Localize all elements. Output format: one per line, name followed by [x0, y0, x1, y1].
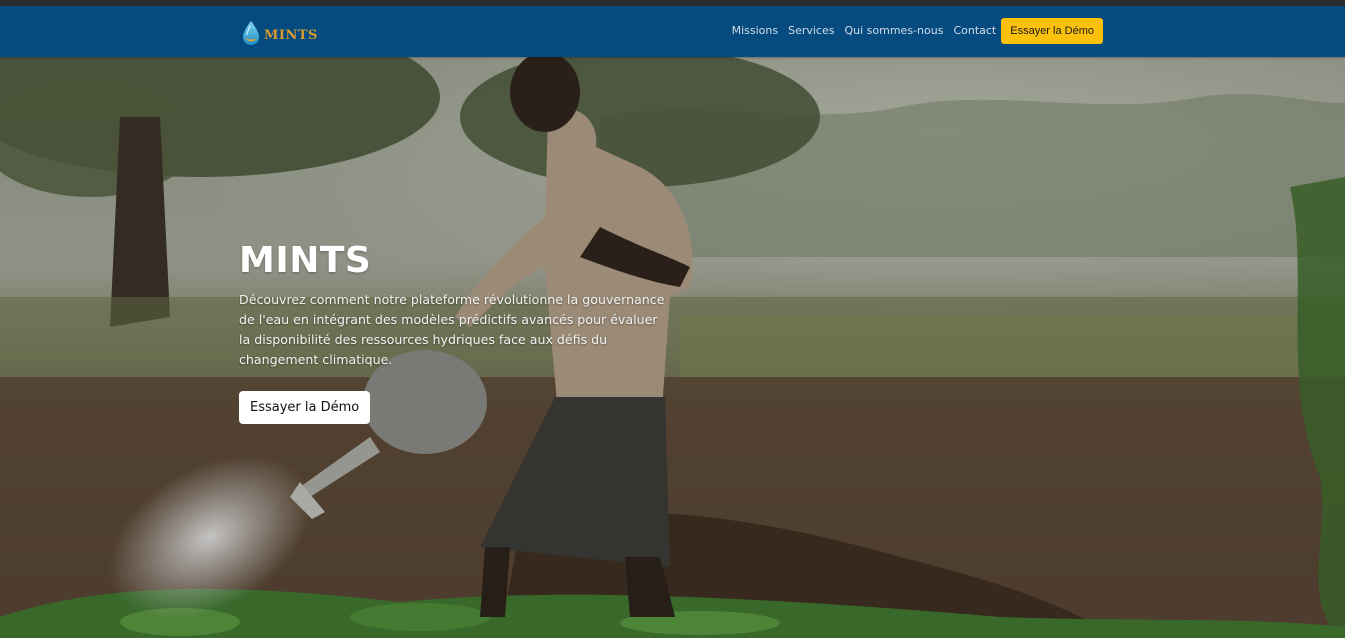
hero-overlay [0, 57, 1345, 638]
nav-link-about[interactable]: Qui sommes-nous [839, 18, 948, 44]
hero-description: Découvrez comment notre plateforme révol… [239, 292, 665, 367]
hero-title: MINTS [239, 240, 372, 281]
brand-logo-link[interactable]: MINTS [241, 20, 318, 46]
nav-link-missions[interactable]: Missions [727, 18, 784, 44]
water-drop-icon [243, 21, 259, 45]
nav-link-contact[interactable]: Contact [948, 18, 1001, 44]
nav-link-services[interactable]: Services [783, 18, 839, 44]
hero-content: MINTS Découvrez comment notre plateforme… [239, 235, 669, 424]
hero-demo-button[interactable]: Essayer la Démo [239, 391, 371, 424]
nav-links: Missions Services Qui sommes-nous Contac… [727, 18, 1103, 44]
navbar: MINTS Missions Services Qui sommes-nous … [0, 6, 1345, 57]
brand-name: MINTS [264, 27, 318, 43]
nav-demo-button[interactable]: Essayer la Démo [1001, 18, 1103, 44]
hero-section: MINTS Découvrez comment notre plateforme… [0, 57, 1345, 638]
